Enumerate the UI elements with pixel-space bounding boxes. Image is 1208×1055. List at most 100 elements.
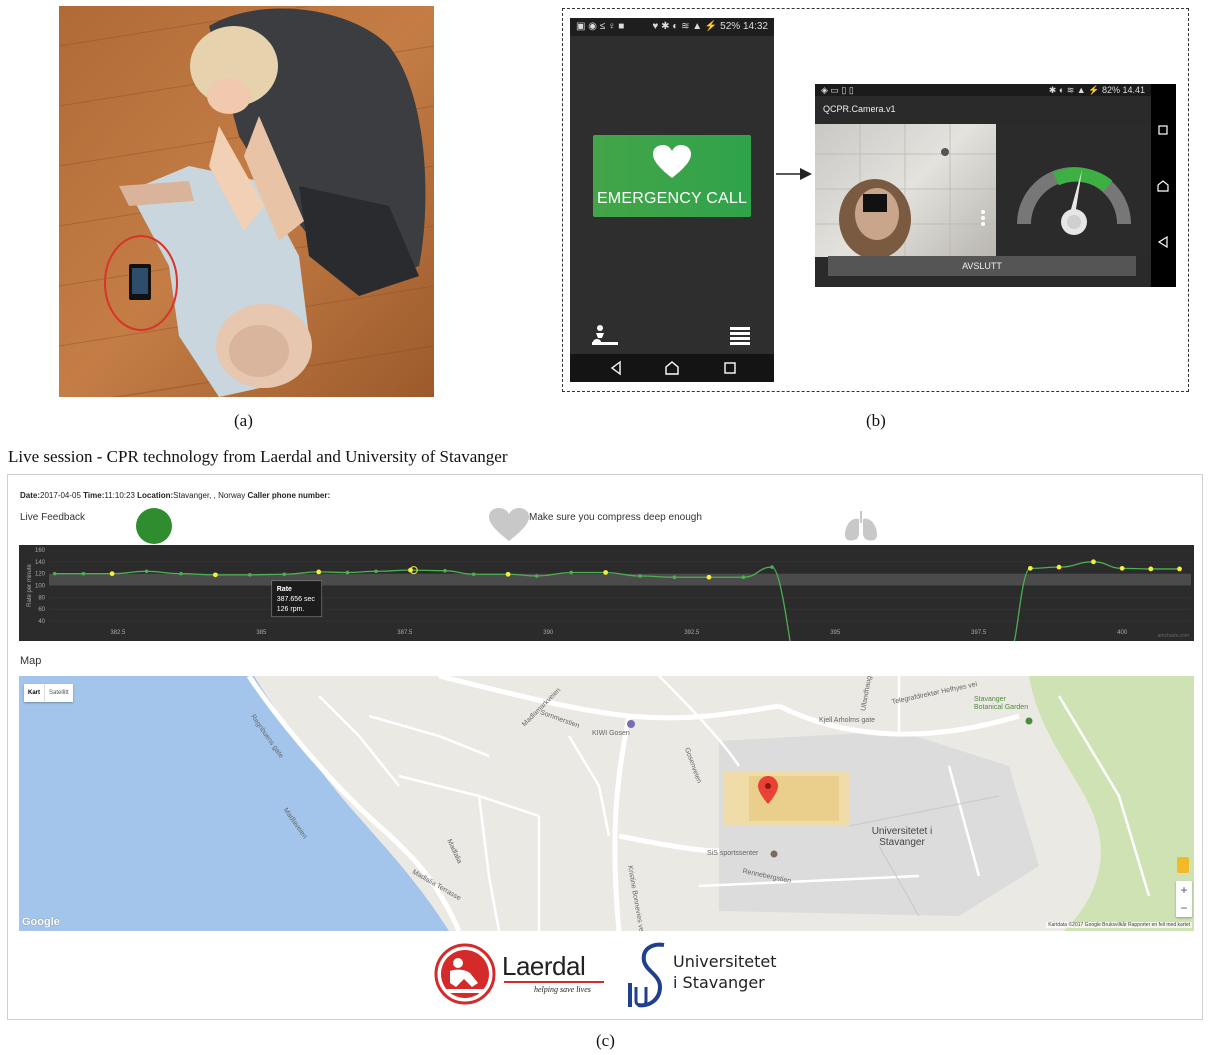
camera-status-right: ✱ ◐ ≋ ▲ ⚡ 82% 14.41 [1049, 84, 1145, 96]
caption-b: (b) [866, 411, 886, 430]
status-right: ♥ ✱ ◐ ≋ ▲ ⚡ 52% 14:32 [652, 18, 768, 36]
camera-feed-illustration [815, 124, 996, 257]
zoom-in-button[interactable]: + [1176, 881, 1192, 899]
tooltip-rate: 126 rpm. [277, 606, 305, 613]
rate-point[interactable] [316, 569, 322, 575]
rate-point[interactable] [443, 568, 447, 573]
rate-point[interactable] [638, 574, 642, 578]
y-tick-label: 140 [35, 560, 46, 566]
y-tick-label: 160 [35, 548, 46, 554]
map-label-botanical: Stavanger Botanical Garden [974, 696, 1029, 711]
heart-icon [653, 145, 691, 178]
laerdal-logo-icon [434, 943, 496, 1005]
google-logo: Google [22, 916, 60, 928]
rate-point[interactable] [282, 572, 287, 577]
rate-point[interactable] [534, 574, 539, 578]
back-icon[interactable] [608, 360, 624, 376]
home-icon[interactable] [1157, 180, 1169, 192]
emergency-call-label: EMERGENCY CALL [596, 190, 748, 207]
gauge-illustration [1017, 167, 1131, 235]
rate-point[interactable] [109, 571, 115, 577]
uis-line-2: i Stavanger [673, 973, 765, 992]
partner-logos: Laerdal helping save lives Universitetet… [434, 941, 794, 1013]
recents-icon[interactable] [722, 360, 738, 376]
phone-home-screen: ▣ ◉ ≤ ♀ ■ ♥ ✱ ◐ ≋ ▲ ⚡ 52% 14:32 EMERGENC… [570, 18, 774, 382]
x-tick-label: 400 [1117, 630, 1128, 636]
rate-chart-svg: 40 60 80 100 120 140 160 382.5 385 387.5 390 392.5… [27, 548, 1191, 641]
rate-point[interactable] [248, 573, 252, 577]
camera-status-icons: ◈ ▭ ▯ ▯ [821, 85, 854, 95]
map-type-toggle: Kart Satellitt [24, 684, 73, 702]
rate-point[interactable] [144, 569, 149, 574]
x-tick-label: 387.5 [397, 630, 413, 636]
rate-point[interactable] [471, 572, 476, 577]
rate-point[interactable] [706, 574, 712, 580]
camera-status-time: 14.41 [1122, 85, 1145, 95]
map-attribution[interactable]: Kartdata ©2017 Google Bruksvilkår Rappor… [1046, 922, 1192, 928]
time-label: Time: [83, 491, 105, 500]
rate-point[interactable] [1148, 566, 1154, 572]
session-info: Date:2017-04-05 Time:11:10:23 Location:S… [20, 491, 330, 500]
battery-level: 52% [720, 21, 741, 32]
rate-point[interactable] [1027, 565, 1033, 571]
rate-point[interactable] [1091, 559, 1096, 565]
time-value: 11:10:23 [104, 491, 135, 500]
map-illustration [19, 676, 1194, 931]
live-session-panel: Date:2017-04-05 Time:11:10:23 Location:S… [7, 474, 1203, 1020]
caller-phone-label: Caller phone number: [247, 491, 331, 500]
rate-point[interactable] [672, 575, 677, 580]
rate-point[interactable] [741, 575, 746, 580]
x-tick-label: 397.5 [971, 630, 987, 636]
cpr-icon[interactable] [590, 324, 620, 348]
emergency-call-button[interactable]: EMERGENCY CALL [593, 135, 751, 217]
x-tick-label: 382.5 [110, 630, 126, 636]
location-label: Location: [137, 491, 174, 500]
map-label-kiwi: KIWI Gosen [592, 730, 630, 737]
x-tick-label: 395 [830, 630, 841, 636]
location-value: Stavanger, , Norway [173, 491, 246, 500]
map-type-satellite[interactable]: Satellitt [44, 684, 73, 702]
rate-point[interactable] [179, 571, 183, 576]
rate-point[interactable] [1177, 566, 1182, 572]
cpr-training-illustration [59, 6, 434, 397]
camera-signal-icons: ✱ ◐ ≋ ▲ ⚡ [1048, 85, 1100, 95]
rate-point[interactable] [52, 571, 57, 576]
rate-point[interactable] [213, 572, 218, 578]
end-session-button[interactable]: AVSLUTT [828, 256, 1136, 276]
camera-status-bar: ◈ ▭ ▯ ▯ ✱ ◐ ≋ ▲ ⚡ 82% 14.41 [815, 84, 1151, 96]
recents-icon[interactable] [1157, 124, 1169, 136]
camera-app-title: QCPR.Camera.v1 [823, 104, 896, 114]
status-time: 14:32 [742, 21, 768, 32]
feedback-message: Make sure you compress deep enough [529, 512, 702, 523]
menu-icon[interactable] [730, 326, 750, 346]
date-value: 2017-04-05 [40, 491, 81, 500]
x-tick-label: 385 [256, 630, 267, 636]
map-zoom-controls: + − [1176, 881, 1192, 917]
map-view[interactable]: Regnbuens gate Madlaveien Madlalia Terra… [19, 676, 1194, 931]
rate-point[interactable] [345, 570, 350, 575]
rate-point[interactable] [374, 569, 378, 574]
back-icon[interactable] [1157, 236, 1169, 248]
rate-point[interactable] [1056, 564, 1062, 570]
rate-point[interactable] [603, 570, 609, 575]
rate-point[interactable] [569, 570, 574, 575]
street-view-pegman-icon[interactable] [1177, 857, 1189, 873]
zoom-out-button[interactable]: − [1176, 899, 1192, 917]
y-tick-label: 60 [38, 607, 45, 613]
map-type-map[interactable]: Kart [24, 684, 44, 702]
camera-side-nav [1151, 84, 1176, 287]
y-tick-label: 100 [35, 584, 46, 590]
caption-a: (a) [234, 411, 253, 430]
map-label-kjell: Kjell Arholms gate [819, 717, 876, 724]
map-label-sis: SiS sportssenter [707, 850, 759, 857]
rate-point[interactable] [505, 571, 511, 577]
laerdal-tagline: helping save lives [534, 985, 591, 994]
uis-line-1: Universitetet [673, 952, 777, 971]
home-icon[interactable] [664, 360, 680, 376]
rate-chart: 40 60 80 100 120 140 160 382.5 385 387.5 390 392.5… [19, 545, 1194, 641]
rate-point[interactable] [1119, 565, 1125, 571]
rate-point[interactable] [770, 565, 774, 569]
chart-watermark: amcharts.com [1158, 633, 1189, 639]
map-label: Map [20, 655, 42, 667]
rate-point[interactable] [81, 571, 86, 576]
